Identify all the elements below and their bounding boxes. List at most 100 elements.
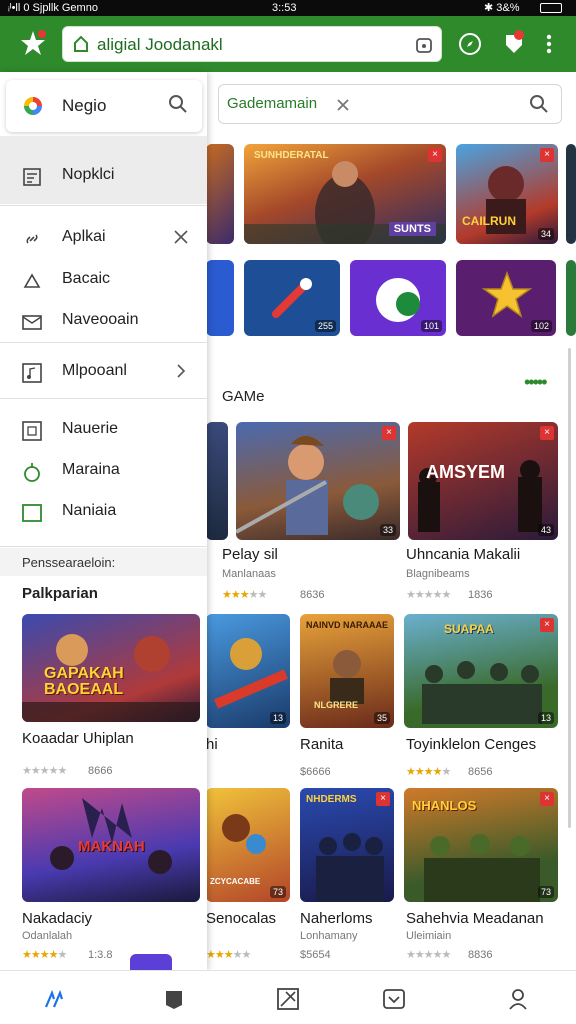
drawer-item-bacaic[interactable]: Bacaic [0, 262, 207, 298]
drawer-game-title[interactable]: Koaadar Uhiplan [22, 730, 134, 747]
banner-bottom-text: SUNTS [388, 222, 436, 236]
banner-top-text: SUNHDERATAL [254, 150, 329, 161]
drawer-header[interactable]: Negio [6, 80, 202, 132]
square-icon [22, 503, 42, 523]
apps-nav-icon[interactable] [276, 987, 300, 1011]
game-banner-text: ZCYCACABE [210, 877, 261, 886]
divider [0, 342, 207, 343]
game-title[interactable]: Ranita [300, 736, 343, 753]
banner-partial [566, 144, 576, 244]
game-subtitle: Lonhamany [300, 930, 358, 942]
drawer-section-label: Penssearaeloin: [22, 555, 116, 570]
more-menu-icon[interactable] [546, 34, 552, 54]
library-nav-icon[interactable] [382, 987, 406, 1011]
drawer-game-banner: MAKNAH [78, 838, 145, 855]
game-thumb[interactable]: 33 × [236, 422, 400, 540]
main-search-input[interactable]: Gademamain [218, 84, 562, 124]
banner-card[interactable]: SUNHDERATAL SUNTS × [244, 144, 446, 244]
clear-icon[interactable] [335, 97, 351, 113]
game-title[interactable]: hi [206, 736, 218, 753]
link-icon [22, 229, 42, 249]
chevron-right-icon [176, 364, 186, 378]
game-title[interactable]: Senocalas [206, 910, 276, 927]
drawer-item-nauerie[interactable]: Nauerie [0, 412, 207, 448]
battery-icon [540, 3, 562, 13]
app-icon-tile[interactable]: 255 [244, 260, 340, 336]
game-thumb[interactable]: SUAPAA 13 × [404, 614, 558, 728]
game-thumb[interactable]: NHDERMS × [300, 788, 394, 902]
game-price: 8836 [468, 949, 493, 961]
game-title[interactable]: Toyinklelon Cenges [406, 736, 536, 753]
game-price: 8636 [300, 589, 325, 601]
drawer-game-thumb[interactable]: GAPAKAH BAOEAAL [22, 614, 200, 722]
drawer-item-naniaia[interactable]: Naniaia [0, 494, 207, 530]
app-icon-tile[interactable]: 102 [456, 260, 556, 336]
scrollbar[interactable] [568, 348, 571, 828]
search-icon[interactable] [168, 94, 188, 114]
divider [0, 398, 207, 399]
compass-icon[interactable] [458, 32, 482, 56]
home-nav-icon[interactable] [42, 987, 66, 1011]
divider [0, 546, 207, 547]
status-left: ᵢᴵ•ll 0 Sjpllk Gemno [8, 2, 98, 14]
drawer-game-title[interactable]: Nakadaciy [22, 910, 92, 927]
game-title[interactable]: Uhncania Makalii [406, 546, 520, 563]
rating-stars-icon: ★★★★★ [406, 589, 451, 601]
app-icon-tile[interactable]: 101 [350, 260, 446, 336]
main-content: Gademamain SUNHDERATAL SUNTS × CAILRUN 3… [206, 72, 576, 970]
rating-stars-icon: ★★★★★ [406, 766, 451, 778]
banner-partial[interactable] [206, 144, 234, 244]
rating-stars-icon: ★★★★★ [222, 589, 267, 601]
drawer-game-price: 8666 [88, 765, 113, 777]
rating-stars-icon: ★★★★★ [22, 765, 67, 777]
banner-text: CAILRUN [462, 214, 516, 228]
status-right: ✱ 3&% [484, 2, 520, 14]
drawer-game-price: 1:3.8 [88, 949, 113, 961]
tabs-icon[interactable] [415, 36, 433, 54]
drawer-item-nopklci[interactable]: Nopklci [0, 158, 207, 194]
section-more-icon[interactable]: ••••• [524, 372, 547, 393]
fab-button[interactable] [130, 954, 172, 970]
game-title[interactable]: Sahehvia Meadanan [406, 910, 544, 927]
rating-stars-icon: ★★★★★ [206, 949, 251, 961]
top-bar: aligial Joodanakl [0, 16, 576, 72]
game-banner-top: NHANLOS [412, 798, 477, 813]
game-title[interactable]: Pelay sil [222, 546, 278, 563]
search-icon[interactable] [529, 94, 549, 114]
games-nav-icon[interactable] [162, 987, 186, 1011]
game-thumb[interactable]: 13 [206, 614, 290, 728]
bell-icon [22, 271, 42, 291]
app-icon-tile[interactable] [206, 260, 234, 336]
game-thumb[interactable]: AMSYEM 43 × [408, 422, 558, 540]
game-thumb-partial [206, 422, 228, 540]
game-price: 8656 [468, 766, 493, 778]
app-logo-icon[interactable] [18, 28, 48, 58]
game-price: $5654 [300, 949, 331, 961]
app-icon-partial [566, 260, 576, 336]
google-logo-icon [22, 95, 44, 117]
download-icon[interactable] [500, 29, 528, 57]
game-banner-top: SUAPAA [444, 622, 494, 636]
game-banner-top: NHDERMS [306, 794, 357, 805]
game-title[interactable]: Naherloms [300, 910, 373, 927]
home-icon [73, 35, 89, 53]
banner-card[interactable]: CAILRUN 34 × [456, 144, 558, 244]
drawer-item-aplkai[interactable]: Aplkai [0, 220, 207, 256]
drawer-item-naveooain[interactable]: Naveooain [0, 303, 207, 339]
close-icon[interactable] [174, 230, 188, 244]
navigation-drawer: Negio Nopklci Aplkai Bacaic Naveooain Ml… [0, 72, 207, 970]
drawer-game-banner: GAPAKAH BAOEAAL [44, 665, 124, 698]
drawer-header-title: Negio [62, 96, 107, 115]
game-thumb[interactable]: ZCYCACABE 73 [206, 788, 290, 902]
game-subtitle: Blagnibeams [406, 568, 470, 580]
game-thumb[interactable]: NAINVD NARAAAE NLGRERE 35 [300, 614, 394, 728]
drawer-game-thumb[interactable]: MAKNAH [22, 788, 200, 902]
account-nav-icon[interactable] [506, 987, 530, 1011]
url-bar[interactable]: aligial Joodanakl [62, 26, 442, 62]
game-banner-bottom: NLGRERE [314, 700, 359, 710]
game-thumb[interactable]: NHANLOS 73 × [404, 788, 558, 902]
status-bar: ᵢᴵ•ll 0 Sjpllk Gemno 3::53 ✱ 3&% [0, 0, 576, 16]
drawer-item-mlpooanl[interactable]: Mlpooanl [0, 354, 207, 390]
music-icon [22, 363, 42, 383]
drawer-item-maraina[interactable]: Maraina [0, 453, 207, 489]
